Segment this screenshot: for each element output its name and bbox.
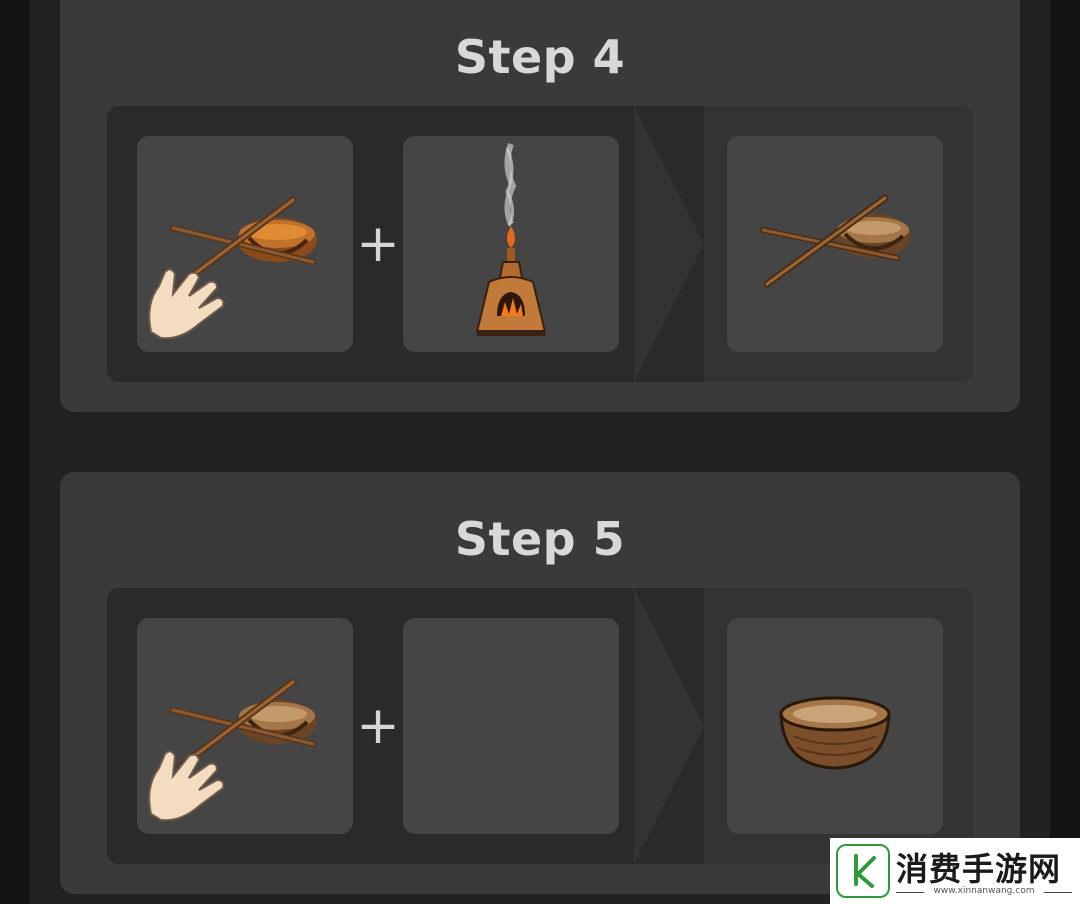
fired-bowl-icon	[779, 696, 891, 770]
plus-sign: +	[356, 696, 400, 756]
watermark-title: 消费手游网	[896, 850, 1062, 888]
output-slot-bowl[interactable]	[727, 618, 943, 834]
watermark: 消费手游网 www.xinnanwang.com	[830, 838, 1080, 904]
input-slot-kiln[interactable]	[403, 136, 619, 352]
step-title: Step 5	[454, 512, 626, 566]
watermark-url: www.xinnanwang.com	[933, 886, 1035, 896]
page-margin-right	[1050, 0, 1080, 904]
input-slot-fire-drill[interactable]	[137, 136, 353, 352]
fire-drill-with-hand-icon	[148, 678, 317, 822]
input-slot-empty[interactable]	[403, 618, 619, 834]
step-title: Step 4	[454, 30, 626, 84]
recipe-panel: +	[107, 106, 973, 382]
step-card-5: Step 5 +	[60, 472, 1020, 894]
step-card-4: Step 4 +	[60, 0, 1020, 412]
divider	[1044, 892, 1072, 893]
kiln-icon	[475, 142, 547, 336]
arrow-icon	[634, 106, 704, 382]
recipe-panel: +	[107, 588, 973, 864]
fire-drill-with-hand-icon	[148, 196, 317, 340]
output-slot-fire-drill[interactable]	[727, 136, 943, 352]
watermark-logo-icon	[836, 844, 890, 898]
plus-sign: +	[356, 214, 400, 274]
page-margin-left	[0, 0, 30, 904]
input-slot-fire-drill[interactable]	[137, 618, 353, 834]
arrow-icon	[634, 588, 704, 864]
fire-drill-icon	[760, 194, 911, 288]
